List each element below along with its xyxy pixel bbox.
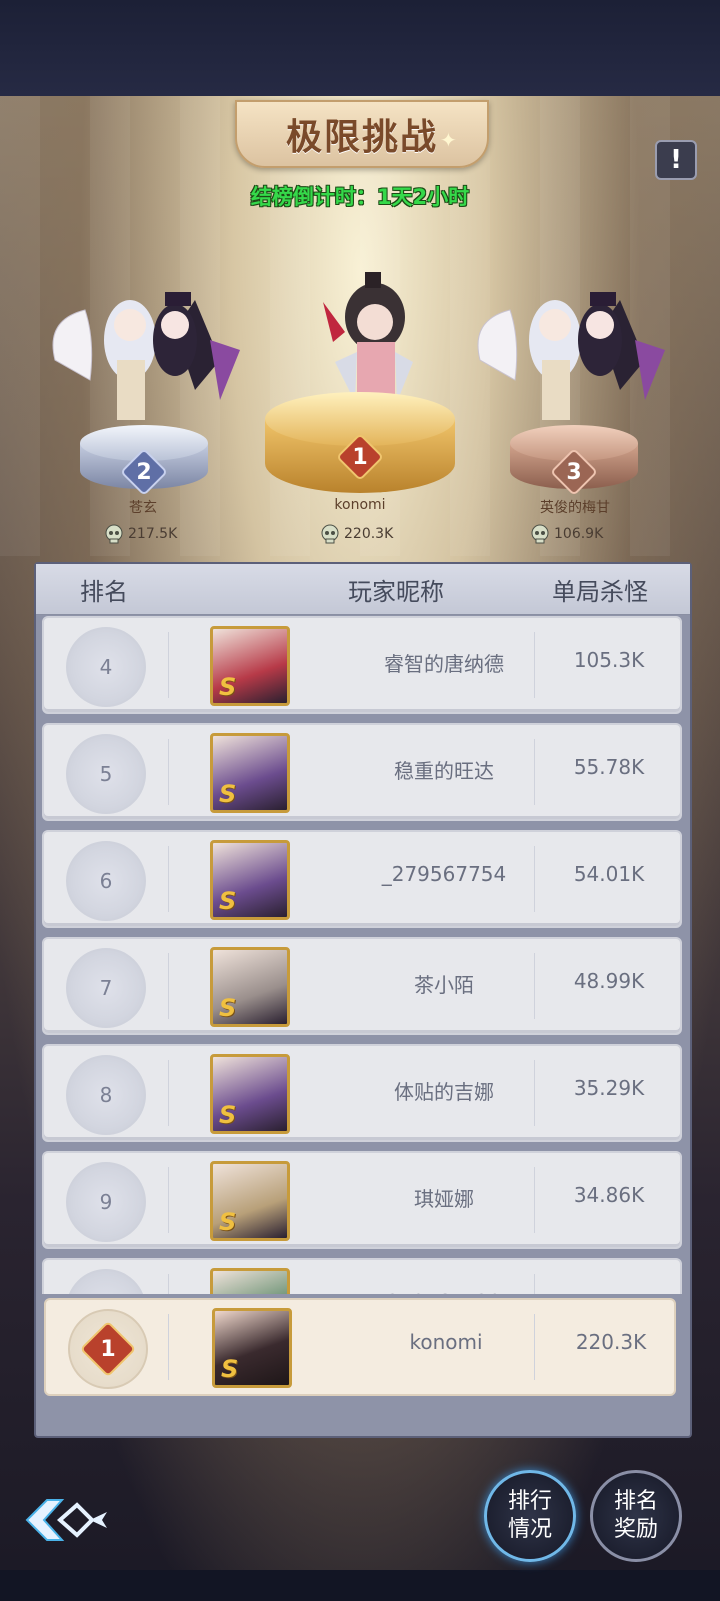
my-rank-circle: 1 bbox=[68, 1309, 148, 1389]
bottom-strip bbox=[0, 1570, 720, 1601]
rank-number: 7 bbox=[99, 976, 113, 1000]
rank-2-emblem: 2 bbox=[119, 447, 169, 497]
podium-third: 3 bbox=[510, 425, 638, 497]
table-header: 排名 玩家昵称 单局杀怪 bbox=[36, 564, 690, 615]
first-place-character bbox=[323, 272, 413, 402]
player-avatar[interactable]: S bbox=[210, 1268, 290, 1294]
rank-number: 6 bbox=[99, 869, 113, 893]
table-row[interactable]: 8 S 体贴的吉娜 35.29K bbox=[42, 1044, 682, 1142]
kill-score: 55.78K bbox=[573, 755, 645, 779]
my-avatar[interactable]: S bbox=[212, 1308, 292, 1388]
rank-rewards-button[interactable]: 排名 奖励 bbox=[590, 1470, 682, 1562]
score-value: 106.9K bbox=[554, 526, 604, 542]
kill-score: 1 bbox=[538, 1290, 680, 1294]
kill-score: 105.3K bbox=[573, 648, 645, 672]
third-place-character bbox=[477, 292, 665, 420]
first-place-name: konomi bbox=[334, 497, 386, 513]
podium-first: 1 bbox=[265, 392, 455, 493]
skull-icon bbox=[321, 524, 339, 544]
help-button[interactable]: ! bbox=[655, 140, 697, 180]
header-rank: 排名 bbox=[80, 578, 128, 606]
kill-score: 35.29K bbox=[573, 1076, 645, 1100]
second-place-score: 217.5K bbox=[104, 524, 244, 544]
rank-circle: 8 bbox=[66, 1055, 146, 1135]
header-kills: 单局杀怪 bbox=[552, 578, 648, 606]
kill-score: 48.99K bbox=[573, 969, 645, 993]
table-row[interactable]: 4 S 睿智的唐纳德 105.3K bbox=[42, 616, 682, 714]
third-place-score: 106.9K bbox=[530, 524, 670, 544]
player-avatar[interactable]: S bbox=[210, 733, 290, 813]
table-row[interactable]: 7 S 茶小陌 48.99K bbox=[42, 937, 682, 1035]
top-strip bbox=[0, 0, 720, 96]
rank-3-emblem: 3 bbox=[549, 447, 599, 497]
score-value: 217.5K bbox=[128, 526, 178, 542]
rank-number: 4 bbox=[99, 655, 113, 679]
s-rank-badge: S bbox=[219, 887, 237, 915]
rank-circle: 10 bbox=[66, 1269, 146, 1294]
rank-circle: 9 bbox=[66, 1162, 146, 1242]
rank-circle: 6 bbox=[66, 841, 146, 921]
skull-icon bbox=[531, 524, 549, 544]
table-row[interactable]: 10S2795674291 bbox=[42, 1258, 682, 1294]
player-avatar[interactable]: S bbox=[210, 1161, 290, 1241]
rank-1-emblem: 1 bbox=[335, 432, 385, 482]
s-rank-badge: S bbox=[221, 1355, 239, 1383]
s-rank-badge: S bbox=[219, 780, 237, 808]
back-logo-icon[interactable] bbox=[22, 1490, 112, 1550]
table-row[interactable]: 5 S 稳重的旺达 55.78K bbox=[42, 723, 682, 821]
my-rank-row[interactable]: 1 S konomi 220.3K bbox=[44, 1298, 676, 1396]
kill-score: 54.01K bbox=[573, 862, 645, 886]
rank-1-emblem: 1 bbox=[79, 1320, 137, 1378]
second-place-character bbox=[52, 292, 240, 420]
exclamation-icon: ! bbox=[670, 145, 682, 175]
s-rank-badge: S bbox=[219, 994, 237, 1022]
skull-icon bbox=[105, 524, 123, 544]
kill-score: 34.86K bbox=[573, 1183, 645, 1207]
rank-number: 8 bbox=[99, 1083, 113, 1107]
s-rank-badge: S bbox=[219, 1101, 237, 1129]
second-place-name: 苍玄 bbox=[129, 500, 157, 516]
player-avatar[interactable]: S bbox=[210, 1054, 290, 1134]
countdown-text: 结榜倒计时：1天2小时 bbox=[250, 185, 470, 209]
podium-second: 2 bbox=[80, 425, 208, 497]
my-kill-score: 220.3K bbox=[575, 1330, 647, 1354]
page-title: 极限挑战 bbox=[285, 117, 438, 158]
table-row[interactable]: 6 S _279567754 54.01K bbox=[42, 830, 682, 928]
score-value: 220.3K bbox=[344, 526, 394, 542]
player-avatar[interactable]: S bbox=[210, 947, 290, 1027]
rank-number: 5 bbox=[99, 762, 113, 786]
table-row[interactable]: 9 S 琪娅娜 34.86K bbox=[42, 1151, 682, 1249]
s-rank-badge: S bbox=[219, 1208, 237, 1236]
s-rank-badge: S bbox=[219, 673, 237, 701]
rank-circle: 5 bbox=[66, 734, 146, 814]
ranking-status-label: 排行 情况 bbox=[507, 1489, 552, 1542]
rank-number: 9 bbox=[99, 1190, 113, 1214]
rank-circle: 7 bbox=[66, 948, 146, 1028]
leaderboard-table: 排名 玩家昵称 单局杀怪 4 S 睿智的唐纳德 105.3K 5 S 稳重的旺达 55.78K… bbox=[34, 562, 692, 1438]
rank-circle: 4 bbox=[66, 627, 146, 707]
ranking-status-button[interactable]: 排行 情况 bbox=[484, 1470, 576, 1562]
sparkle-icon: ✦ bbox=[440, 128, 457, 152]
player-avatar[interactable]: S bbox=[210, 626, 290, 706]
ranking-list[interactable]: 4 S 睿智的唐纳德 105.3K 5 S 稳重的旺达 55.78K 6 S _279567754 5… bbox=[42, 616, 684, 1294]
rank-rewards-label: 排名 奖励 bbox=[613, 1489, 658, 1542]
player-avatar[interactable]: S bbox=[210, 840, 290, 920]
third-place-name: 英俊的梅甘 bbox=[540, 500, 610, 516]
header-player-name: 玩家昵称 bbox=[348, 578, 444, 606]
first-place-score: 220.3K bbox=[320, 524, 460, 544]
